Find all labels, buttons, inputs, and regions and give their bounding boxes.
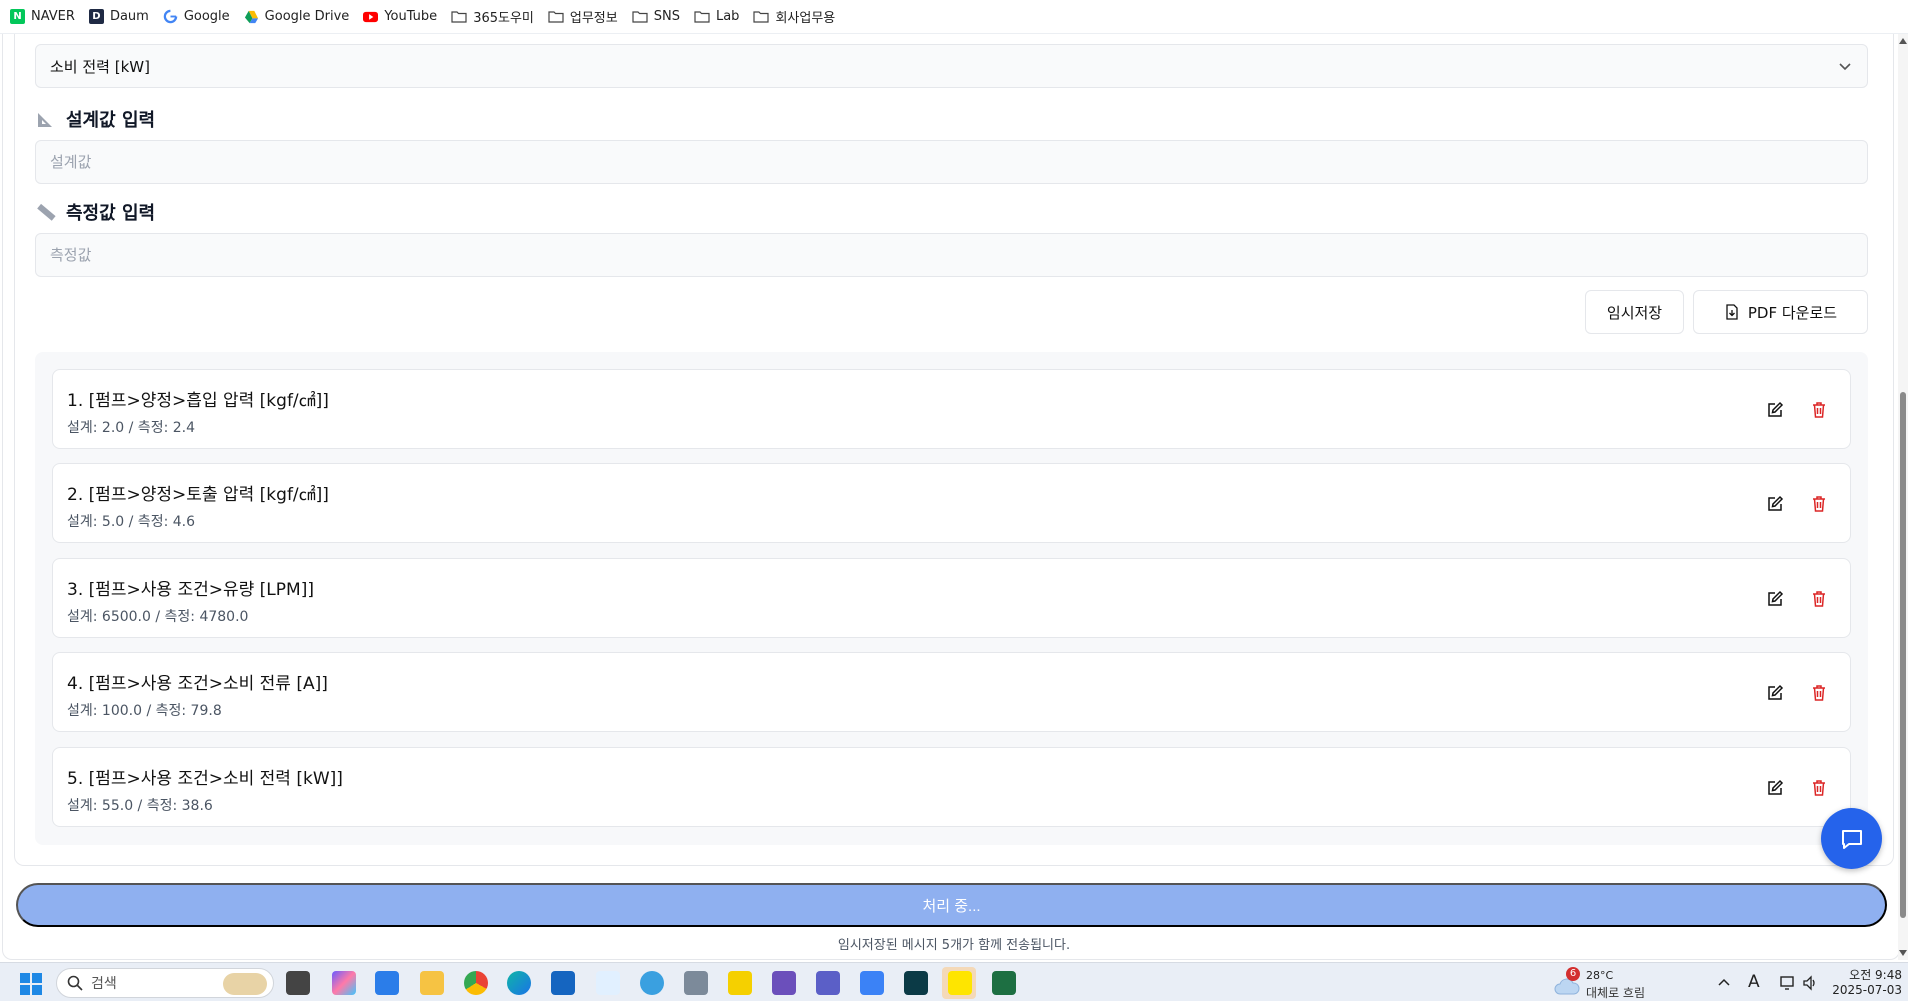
excel-icon[interactable] — [992, 971, 1016, 995]
bookmark-folder-lab[interactable]: Lab — [694, 9, 739, 24]
edit-icon[interactable] — [1766, 779, 1784, 797]
edit-icon[interactable] — [1766, 401, 1784, 419]
entry-title: 4. [펌프>사용 조건>소비 전류 [A]] — [67, 674, 328, 694]
printer-app-icon[interactable] — [551, 971, 575, 995]
weather-temp: 28°C — [1586, 969, 1614, 982]
kakaotalk-icon[interactable] — [948, 971, 972, 995]
naver-icon: N — [10, 9, 25, 24]
chevron-down-icon — [1839, 63, 1851, 71]
file-download-icon — [1726, 304, 1738, 320]
terminal-app-icon[interactable] — [904, 971, 928, 995]
task-view-icon[interactable] — [286, 971, 310, 995]
scroll-down-arrow[interactable] — [1899, 950, 1907, 956]
sticky-notes-icon[interactable] — [728, 971, 752, 995]
globe-app-icon[interactable] — [640, 971, 664, 995]
entry-title: 5. [펌프>사용 조건>소비 전력 [kW]] — [67, 769, 343, 789]
bookmark-google[interactable]: Google — [163, 9, 230, 24]
youtube-icon — [363, 11, 379, 23]
bookmark-folder-365[interactable]: 365도우미 — [451, 7, 534, 26]
measured-value-input[interactable] — [35, 233, 1868, 277]
paint-app-icon[interactable] — [772, 971, 796, 995]
pdf-download-button[interactable]: PDF 다운로드 — [1693, 290, 1868, 334]
entry-title: 1. [펌프>양정>흡입 압력 [kgf/㎠]] — [67, 391, 329, 411]
notepad-icon[interactable] — [860, 971, 884, 995]
submit-note: 임시저장된 메시지 5개가 함께 전송됩니다. — [837, 938, 1071, 953]
weather-alert-badge: 6 — [1566, 967, 1580, 981]
page-scrollbar[interactable] — [1898, 34, 1908, 960]
snipping-tool-icon[interactable] — [596, 971, 620, 995]
bookmark-daum[interactable]: D Daum — [88, 9, 149, 24]
clock[interactable]: 오전 9:48 2025-07-03 — [1832, 966, 1902, 997]
design-value-input[interactable] — [35, 140, 1868, 184]
weather-widget[interactable]: 6 28°C 대체로 흐림 — [1554, 966, 1664, 1000]
ruler-icon — [37, 203, 56, 221]
search-highlight-image — [223, 973, 267, 995]
trash-icon[interactable] — [1810, 779, 1828, 797]
clock-time: 오전 9:48 — [1849, 968, 1902, 982]
list-item: 4. [펌프>사용 조건>소비 전류 [A]] 설계: 100.0 / 측정: … — [52, 652, 1851, 732]
trash-icon[interactable] — [1810, 401, 1828, 419]
folder-icon — [451, 11, 467, 23]
list-item: 2. [펌프>양정>토출 압력 [kgf/㎠]] 설계: 5.0 / 측정: 4… — [52, 463, 1851, 543]
entry-title: 3. [펌프>사용 조건>유량 [LPM]] — [67, 580, 314, 600]
list-item: 3. [펌프>사용 조건>유량 [LPM]] 설계: 6500.0 / 측정: … — [52, 558, 1851, 638]
search-icon — [67, 975, 83, 991]
bookmark-folder-sns[interactable]: SNS — [632, 9, 680, 24]
daum-icon: D — [88, 9, 104, 24]
submit-button[interactable]: 처리 중... — [16, 883, 1887, 927]
folder-icon — [694, 11, 710, 23]
folder-icon — [632, 11, 648, 23]
bookmark-folder-company[interactable]: 회사업무용 — [753, 7, 835, 26]
clock-date: 2025-07-03 — [1832, 983, 1902, 997]
bookmark-youtube[interactable]: YouTube — [363, 9, 437, 24]
scroll-thumb[interactable] — [1900, 392, 1906, 918]
list-item: 1. [펌프>양정>흡입 압력 [kgf/㎠]] 설계: 2.0 / 측정: 2… — [52, 369, 1851, 449]
entry-detail: 설계: 6500.0 / 측정: 4780.0 — [67, 609, 249, 625]
file-explorer-icon[interactable] — [420, 971, 444, 995]
ime-indicator[interactable]: A — [1748, 972, 1760, 992]
edit-icon[interactable] — [1766, 495, 1784, 513]
edit-icon[interactable] — [1766, 590, 1784, 608]
entry-detail: 설계: 5.0 / 측정: 4.6 — [67, 514, 196, 530]
network-icon[interactable] — [1780, 975, 1798, 991]
windows-taskbar: 검색 6 28°C 대체로 흐림 A 오전 9:48 2025-07-03 — [0, 962, 1908, 1001]
chat-icon — [1841, 829, 1862, 849]
chevron-up-icon[interactable] — [1718, 977, 1730, 987]
entry-title: 2. [펌프>양정>토출 압력 [kgf/㎠]] — [67, 485, 329, 505]
trash-icon[interactable] — [1810, 495, 1828, 513]
item-select[interactable]: 소비 전력 [kW] — [35, 44, 1868, 88]
trash-icon[interactable] — [1810, 684, 1828, 702]
store-icon[interactable] — [375, 971, 399, 995]
bookmarks-bar: N NAVER D Daum Google Google Drive YouTu… — [0, 0, 1908, 34]
triangle-ruler-icon — [38, 113, 52, 127]
trash-icon[interactable] — [1810, 590, 1828, 608]
edge-icon[interactable] — [507, 971, 531, 995]
bookmark-folder-work-info[interactable]: 업무정보 — [548, 7, 618, 26]
volume-icon[interactable] — [1802, 975, 1818, 991]
copilot-icon[interactable] — [332, 971, 356, 995]
entry-detail: 설계: 55.0 / 측정: 38.6 — [67, 798, 213, 814]
calculator-icon[interactable] — [684, 971, 708, 995]
taskbar-search[interactable]: 검색 — [56, 968, 274, 998]
bookmark-google-drive[interactable]: Google Drive — [244, 9, 349, 24]
google-icon — [163, 9, 178, 24]
chat-button[interactable] — [1821, 808, 1882, 869]
google-drive-icon — [244, 10, 258, 24]
folder-icon — [753, 11, 770, 23]
edit-icon[interactable] — [1766, 684, 1784, 702]
windows-start-icon[interactable] — [20, 973, 42, 995]
list-item: 5. [펌프>사용 조건>소비 전력 [kW]] 설계: 55.0 / 측정: … — [52, 747, 1851, 827]
design-value-heading: 설계값 입력 — [36, 106, 155, 132]
weather-desc: 대체로 흐림 — [1586, 986, 1646, 1000]
folder-icon — [548, 11, 564, 23]
item-select-value: 소비 전력 [kW] — [50, 57, 150, 76]
measured-value-heading: 측정값 입력 — [36, 199, 155, 225]
chrome-icon[interactable] — [464, 971, 488, 995]
scroll-up-arrow[interactable] — [1899, 38, 1907, 44]
entry-detail: 설계: 2.0 / 측정: 2.4 — [67, 420, 196, 436]
bookmark-naver[interactable]: N NAVER — [10, 9, 75, 24]
entry-detail: 설계: 100.0 / 측정: 79.8 — [67, 703, 222, 719]
temp-save-button[interactable]: 임시저장 — [1585, 290, 1684, 334]
app-icon[interactable] — [816, 971, 840, 995]
